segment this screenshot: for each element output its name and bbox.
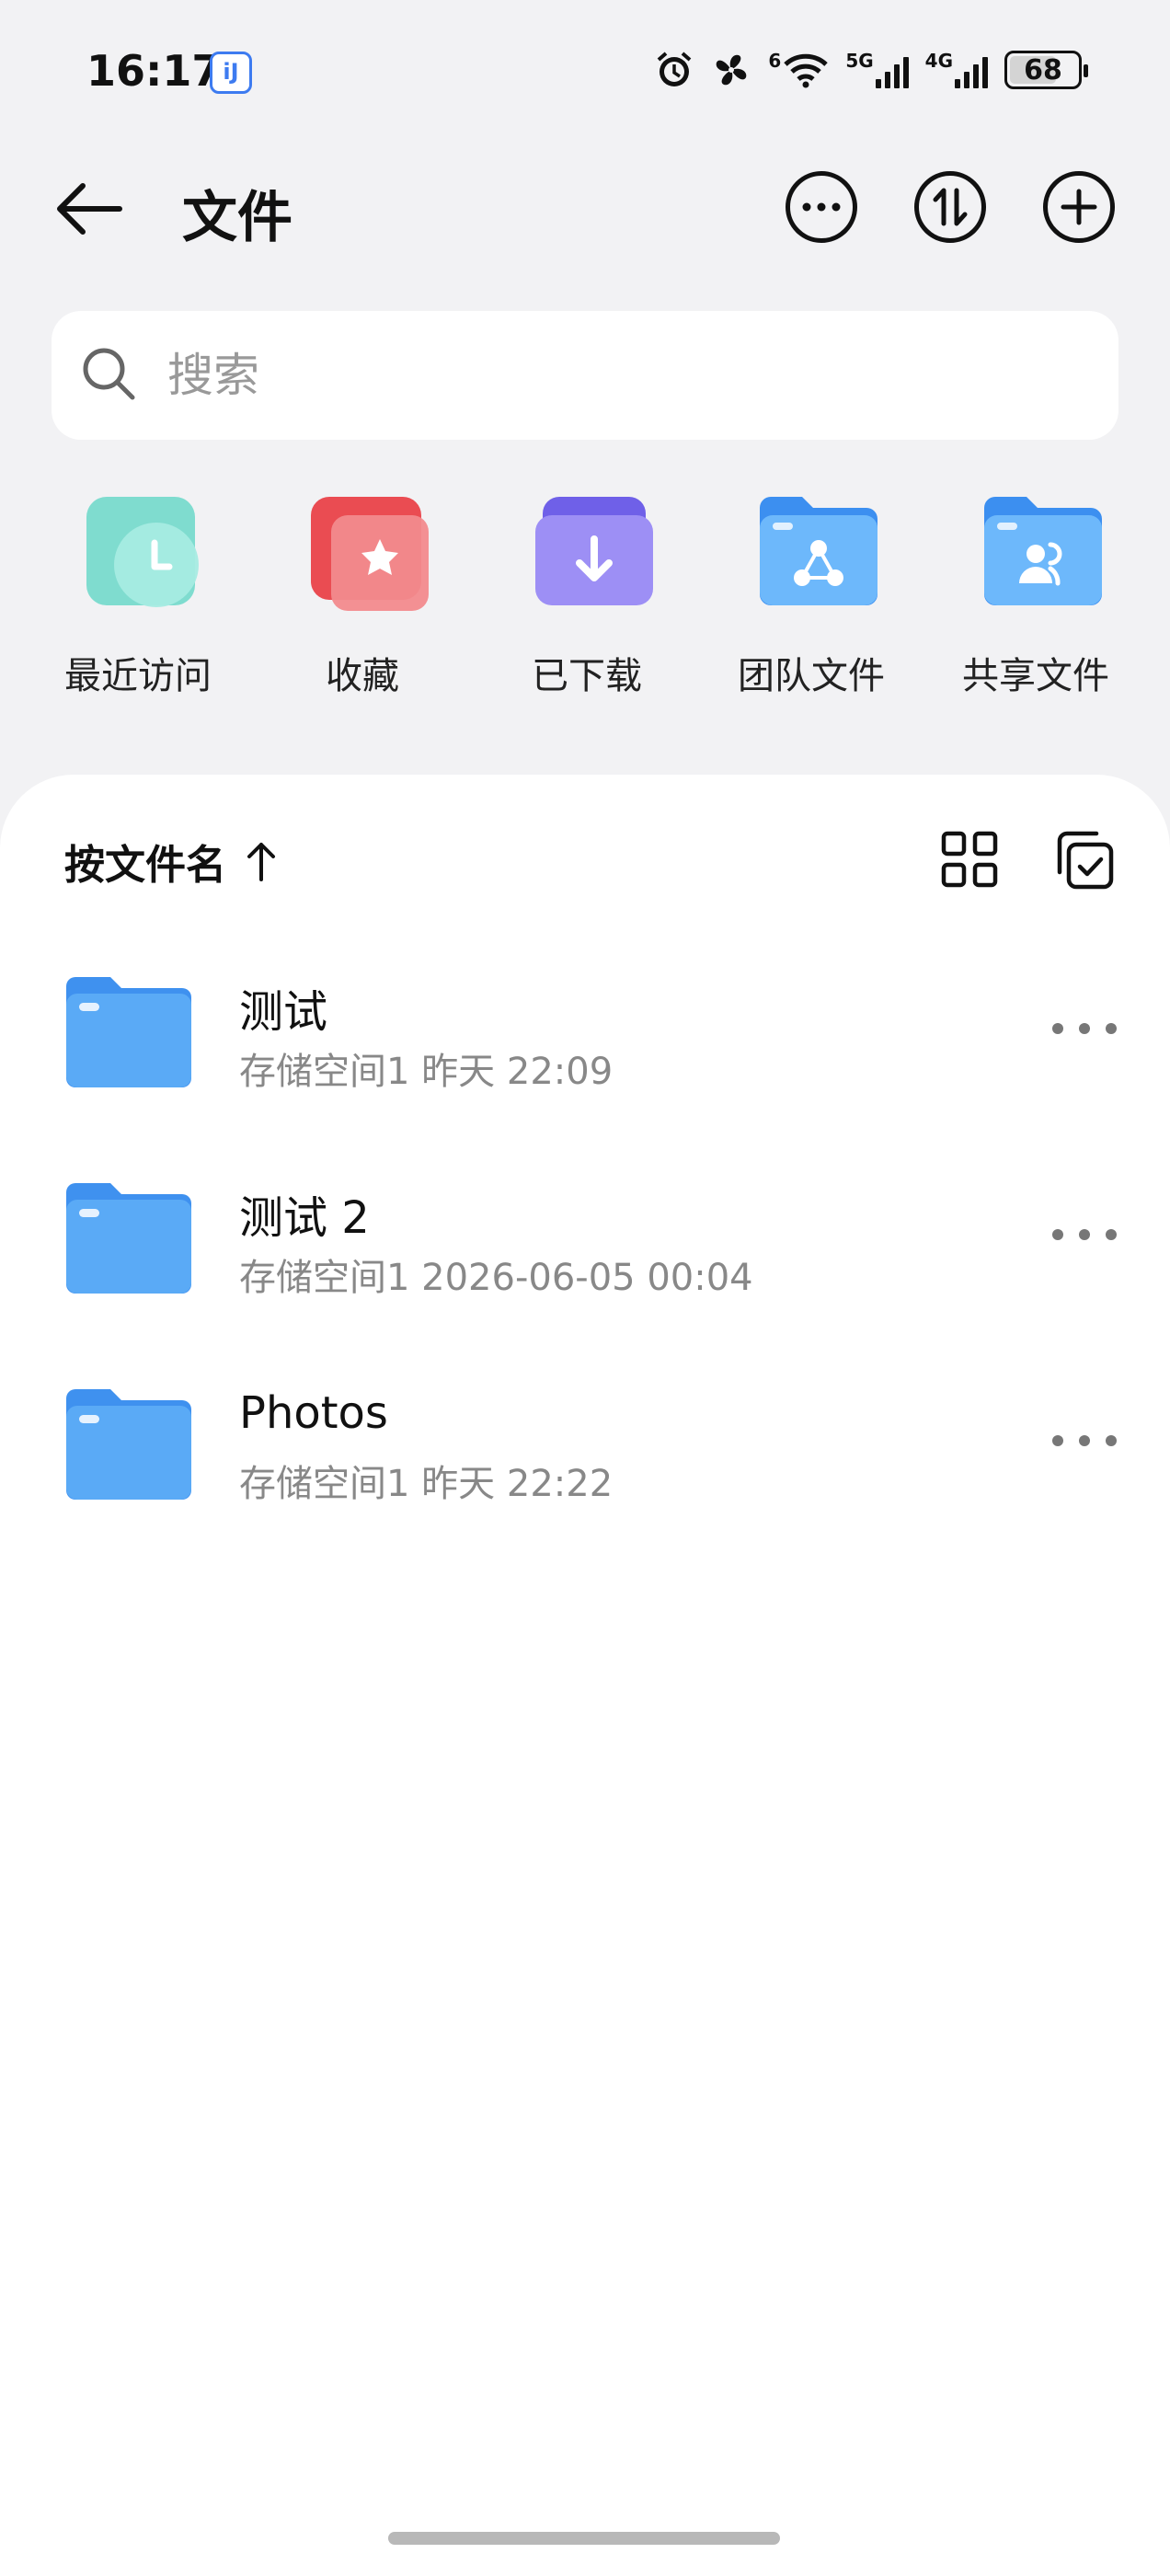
status-time: 16:17	[86, 46, 222, 96]
back-arrow-icon	[57, 183, 122, 235]
grid-view-button[interactable]	[940, 830, 999, 889]
more-options-icon[interactable]	[1052, 1422, 1117, 1459]
shared-folder-icon	[984, 497, 1102, 605]
shortcut-shared-files[interactable]: 共享文件	[944, 488, 1128, 708]
file-meta: 存储空间1 昨天 22:22	[239, 1463, 614, 1505]
more-options-icon[interactable]	[1052, 1010, 1117, 1047]
file-row[interactable]: Photos 存储空间1 昨天 22:22	[0, 1362, 1170, 1546]
signal-5g-icon: 5G	[845, 48, 909, 92]
recent-clock-icon	[86, 497, 199, 607]
status-bar: 16:17 iJ 6 5G 4G 68	[0, 0, 1170, 147]
transfer-icon	[933, 188, 968, 226]
alarm-icon	[654, 48, 694, 92]
transfer-button[interactable]	[914, 171, 986, 243]
signal-4g-icon: 4G	[925, 48, 988, 92]
file-meta: 存储空间1 昨天 22:09	[239, 1051, 614, 1093]
battery-indicator: 68	[1004, 51, 1088, 89]
add-button[interactable]	[1043, 171, 1115, 243]
grid-view-icon	[941, 831, 998, 888]
team-folder-icon	[760, 497, 878, 605]
multi-select-icon	[1057, 831, 1114, 890]
shortcut-label: 收藏	[326, 655, 399, 697]
home-indicator[interactable]	[388, 2532, 780, 2545]
arrow-up-icon	[247, 843, 275, 881]
fan-icon	[711, 48, 751, 92]
shortcut-label: 团队文件	[738, 655, 885, 697]
page-title: 文件	[182, 186, 292, 250]
file-name: 测试	[239, 986, 328, 1038]
add-icon	[1061, 189, 1097, 225]
folder-icon	[66, 1183, 191, 1294]
sort-button[interactable]: 按文件名	[64, 832, 278, 891]
file-list-panel: 按文件名 测试 存储空间1 昨天 22:09 测试 2 存储空间1 2026-0…	[0, 775, 1170, 2576]
shortcut-recent[interactable]: 最近访问	[46, 488, 230, 708]
shortcut-label: 已下载	[532, 655, 642, 697]
shortcut-label: 共享文件	[962, 655, 1109, 697]
search-icon	[83, 348, 135, 400]
wifi-icon: 6	[768, 48, 829, 92]
file-row[interactable]: 测试 2 存储空间1 2026-06-05 00:04	[0, 1156, 1170, 1340]
more-options-icon[interactable]	[1052, 1216, 1117, 1253]
favorite-star-icon	[311, 497, 429, 611]
shortcut-favorites[interactable]: 收藏	[270, 488, 454, 708]
battery-level: 68	[1024, 53, 1062, 86]
file-meta: 存储空间1 2026-06-05 00:04	[239, 1257, 753, 1299]
multi-select-button[interactable]	[1052, 828, 1117, 892]
shortcut-team-files[interactable]: 团队文件	[719, 488, 903, 708]
app-notification-icon: iJ	[210, 52, 252, 94]
shortcut-downloaded[interactable]: 已下载	[495, 488, 679, 708]
file-row[interactable]: 测试 存储空间1 昨天 22:09	[0, 949, 1170, 1133]
header: 文件	[0, 156, 1170, 258]
file-name: Photos	[239, 1387, 388, 1439]
back-button[interactable]	[52, 177, 125, 241]
folder-icon	[66, 1389, 191, 1500]
search-box[interactable]	[52, 311, 1118, 440]
folder-icon	[66, 977, 191, 1087]
sort-label: 按文件名	[64, 842, 226, 889]
search-input[interactable]	[167, 339, 1069, 412]
more-button[interactable]	[786, 171, 857, 243]
file-name: 测试 2	[239, 1192, 370, 1244]
more-icon	[802, 202, 841, 212]
status-icons: 6 5G 4G 68	[654, 48, 1088, 92]
download-icon	[535, 497, 653, 605]
shortcut-label: 最近访问	[64, 655, 212, 697]
